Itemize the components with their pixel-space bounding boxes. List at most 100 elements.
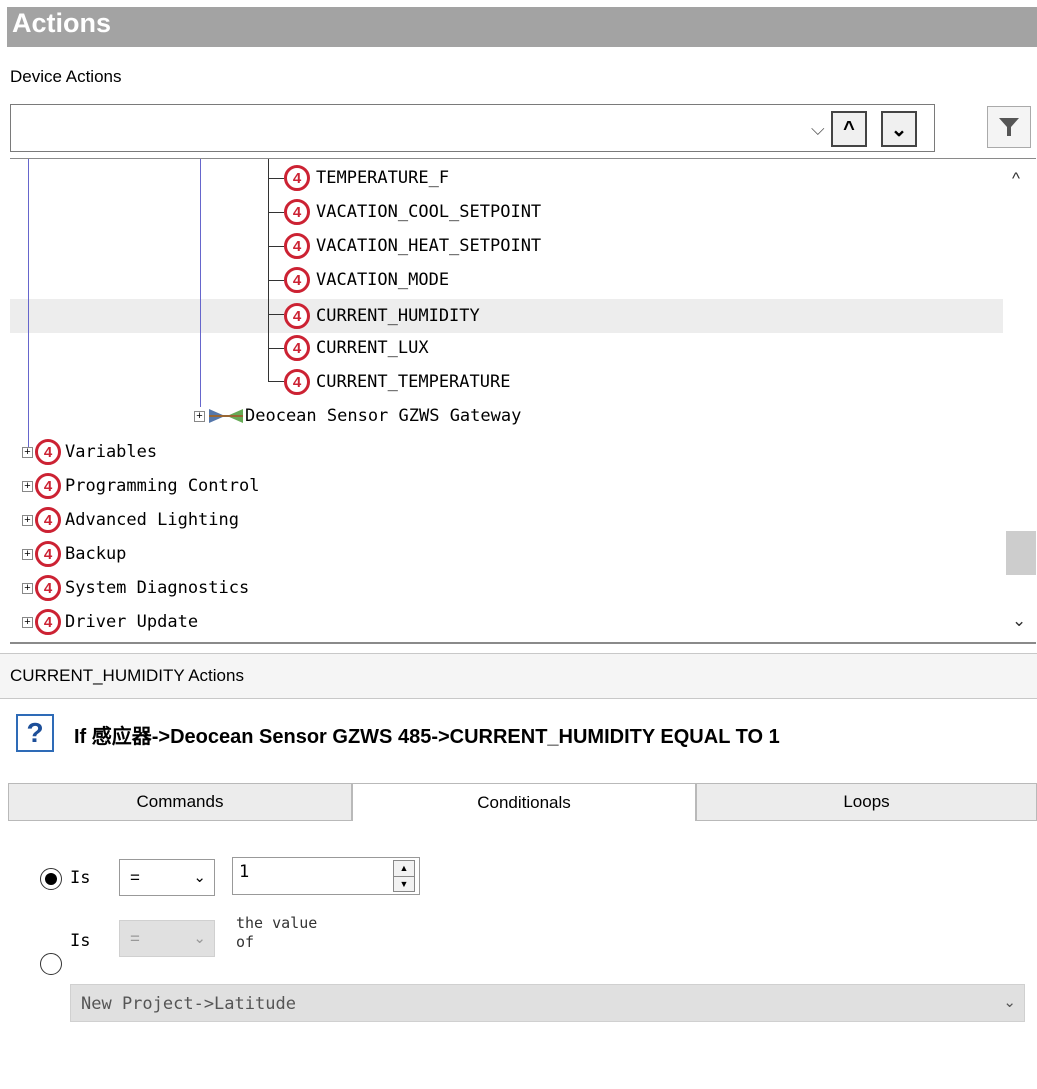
combo-chevron-icon[interactable]: ⌵ xyxy=(811,119,825,140)
tree-item[interactable]: 4 CURRENT_TEMPERATURE xyxy=(284,365,510,399)
tree-root-item[interactable]: + 4 Advanced Lighting xyxy=(22,503,239,537)
help-icon: ? xyxy=(26,717,44,748)
tree-connector xyxy=(268,280,284,281)
filter-button[interactable] xyxy=(987,106,1031,148)
is-label: Is xyxy=(70,868,91,888)
radio-is-variable[interactable] xyxy=(40,953,62,975)
tree-root-item[interactable]: + 4 Driver Update xyxy=(22,605,198,639)
expand-icon[interactable]: + xyxy=(22,616,33,628)
tree-item-label: Driver Update xyxy=(65,612,199,632)
scroll-up-icon[interactable]: ^ xyxy=(1012,169,1020,189)
variable-select[interactable]: New Project->Latitude ⌄ xyxy=(70,984,1025,1022)
tree-item-label: VACATION_HEAT_SETPOINT xyxy=(316,236,542,256)
value-spinbox[interactable]: 1 ▲ ▼ xyxy=(232,857,420,895)
nav-down-button[interactable]: ⌄ xyxy=(881,111,917,147)
expand-icon[interactable]: + xyxy=(22,446,33,458)
nav-up-button[interactable]: ^ xyxy=(831,111,867,147)
help-button[interactable]: ? xyxy=(16,714,54,752)
tree-connector xyxy=(268,246,284,247)
control4-icon: 4 xyxy=(284,303,310,329)
tab-loops[interactable]: Loops xyxy=(696,783,1037,821)
control4-icon: 4 xyxy=(284,369,310,395)
panel-title: Actions xyxy=(12,8,112,38)
spin-down-icon[interactable]: ▼ xyxy=(394,876,414,892)
filter-icon xyxy=(999,118,1019,136)
tree-item-label: VACATION_COOL_SETPOINT xyxy=(316,202,542,222)
control4-icon: 4 xyxy=(284,165,310,191)
tree-item[interactable]: 4 VACATION_COOL_SETPOINT xyxy=(284,195,541,229)
tree-item[interactable]: 4 VACATION_MODE xyxy=(284,263,449,297)
control4-icon: 4 xyxy=(35,473,61,499)
tree-item-label: Variables xyxy=(65,442,158,462)
selected-actions-title: CURRENT_HUMIDITY Actions xyxy=(10,666,244,685)
expand-icon[interactable]: + xyxy=(22,582,33,594)
tree-item-label: Advanced Lighting xyxy=(65,510,239,530)
tree-item-label: CURRENT_TEMPERATURE xyxy=(316,372,511,392)
tree-guide-line xyxy=(28,159,29,449)
variable-value: New Project->Latitude xyxy=(81,994,296,1014)
tree-root-item[interactable]: + 4 Programming Control xyxy=(22,469,259,503)
tree-root-item[interactable]: + 4 Variables xyxy=(22,435,157,469)
chevron-up-icon: ^ xyxy=(843,117,855,140)
tree-root-item[interactable]: + 4 Backup xyxy=(22,537,126,571)
tree-root-item[interactable]: + 4 System Diagnostics xyxy=(22,571,249,605)
chevron-down-icon: ⌄ xyxy=(193,869,206,886)
tree-scrollbar[interactable]: ^ ⌄ xyxy=(1006,159,1036,639)
control4-icon: 4 xyxy=(284,233,310,259)
expand-icon[interactable]: + xyxy=(22,480,33,492)
tree-item-label: Programming Control xyxy=(65,476,260,496)
tree-item[interactable]: 4 CURRENT_LUX xyxy=(284,331,429,365)
operator-value: = xyxy=(130,929,140,948)
tree-connector xyxy=(268,212,284,213)
tree-item-label: CURRENT_HUMIDITY xyxy=(316,306,480,326)
chevron-down-icon: ⌄ xyxy=(193,930,206,947)
selected-row-highlight xyxy=(10,299,1003,333)
tree-connector xyxy=(268,314,284,315)
tree-item-label: Deocean Sensor GZWS Gateway xyxy=(245,406,522,426)
tree-item-label: CURRENT_LUX xyxy=(316,338,429,358)
scroll-thumb[interactable] xyxy=(1006,531,1036,575)
control4-icon: 4 xyxy=(284,335,310,361)
spin-buttons[interactable]: ▲ ▼ xyxy=(393,860,415,892)
control4-icon: 4 xyxy=(284,199,310,225)
device-search-combobox[interactable]: ⌵ ^ ⌄ xyxy=(10,104,935,152)
scroll-down-icon[interactable]: ⌄ xyxy=(1012,611,1026,631)
tree-connector xyxy=(268,348,284,349)
spin-up-icon[interactable]: ▲ xyxy=(394,861,414,876)
device-actions-label: Device Actions xyxy=(10,67,122,86)
operator-value: = xyxy=(130,868,140,887)
tree-item-label: VACATION_MODE xyxy=(316,270,450,290)
tree-item-selected[interactable]: 4 CURRENT_HUMIDITY xyxy=(284,299,480,333)
tab-commands[interactable]: Commands xyxy=(8,783,352,821)
is-label: Is xyxy=(70,931,91,951)
control4-icon: 4 xyxy=(35,439,61,465)
value-text: 1 xyxy=(239,862,250,882)
chevron-down-icon: ⌄ xyxy=(890,118,908,141)
title-bar-background xyxy=(7,7,1037,47)
control4-icon: 4 xyxy=(35,575,61,601)
value-of-label: the value of xyxy=(236,914,318,951)
expand-icon[interactable]: + xyxy=(194,410,205,422)
tab-conditionals[interactable]: Conditionals xyxy=(352,783,696,821)
control4-icon: 4 xyxy=(35,507,61,533)
tree-item[interactable]: 4 VACATION_HEAT_SETPOINT xyxy=(284,229,541,263)
tree-item-label: TEMPERATURE_F xyxy=(316,168,450,188)
tree-item-label: System Diagnostics xyxy=(65,578,250,598)
expand-icon[interactable]: + xyxy=(22,514,33,526)
condition-statement: If 感应器->Deocean Sensor GZWS 485->CURRENT… xyxy=(74,726,780,748)
sensor-icon xyxy=(209,409,243,423)
tree-item[interactable]: 4 TEMPERATURE_F xyxy=(284,161,449,195)
actions-title-bar: Actions xyxy=(0,0,1037,54)
control4-icon: 4 xyxy=(35,541,61,567)
radio-is-value[interactable] xyxy=(40,868,62,890)
chevron-down-icon: ⌄ xyxy=(1003,994,1016,1011)
device-tree[interactable]: 4 TEMPERATURE_F 4 VACATION_COOL_SETPOINT… xyxy=(10,158,1036,644)
tree-connector xyxy=(268,178,284,179)
tree-connector xyxy=(268,381,284,382)
selected-actions-header: CURRENT_HUMIDITY Actions xyxy=(0,653,1037,699)
tree-guide-line xyxy=(200,159,201,407)
expand-icon[interactable]: + xyxy=(22,548,33,560)
tree-item-gateway[interactable]: + Deocean Sensor GZWS Gateway xyxy=(194,399,521,433)
operator-select-disabled[interactable]: = ⌄ xyxy=(119,920,215,957)
operator-select[interactable]: = ⌄ xyxy=(119,859,215,896)
